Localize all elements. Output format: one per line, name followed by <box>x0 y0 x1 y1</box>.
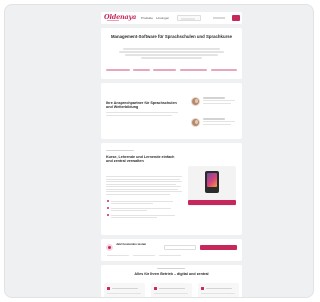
product-title: Kurse, Lehrende und Lernende einfach und… <box>106 155 175 164</box>
category-tab[interactable] <box>153 69 176 71</box>
site-header: Oldenaya Produkte Lösungen <box>101 12 242 24</box>
contact-name <box>203 118 225 120</box>
feature-card-title <box>206 288 232 290</box>
product-text <box>106 193 170 195</box>
hero-text <box>141 57 202 59</box>
bullet-icon <box>107 200 109 202</box>
email-field[interactable] <box>164 245 196 250</box>
features-section: Alles für Ihren Betrieb – digital und ze… <box>101 265 242 297</box>
hero-title: Management-Software für Sprachschulen un… <box>110 34 233 39</box>
features-title: Alles für Ihren Betrieb – digital und ze… <box>134 272 209 276</box>
contact-role <box>203 100 235 102</box>
feature-card[interactable] <box>151 283 192 297</box>
category-tab[interactable] <box>133 69 150 71</box>
hero-text <box>123 48 220 50</box>
feature-point <box>111 217 157 219</box>
search-input[interactable] <box>177 15 201 21</box>
feature-card-title <box>159 288 185 290</box>
feature-icon <box>201 287 204 290</box>
feature-card-text <box>107 293 141 295</box>
banner-note <box>133 255 155 257</box>
hero-section: Management-Software für Sprachschulen un… <box>101 28 242 79</box>
hero-text <box>119 51 224 53</box>
category-tab[interactable] <box>180 69 207 71</box>
section-eyebrow <box>157 268 185 270</box>
contact-text <box>106 112 178 114</box>
feature-point <box>111 200 173 202</box>
product-text <box>106 181 182 183</box>
product-text <box>106 178 180 180</box>
feature-card[interactable] <box>198 283 239 297</box>
product-text <box>106 191 182 193</box>
contact-role <box>203 102 231 104</box>
screenshot-frame: Oldenaya Produkte Lösungen Management-So… <box>4 4 314 298</box>
product-text <box>106 176 182 178</box>
contact-title: Ihre Ansprechpartner für Sprachschulen u… <box>106 101 177 110</box>
contact-avatar <box>191 118 200 127</box>
bullet-icon <box>107 214 109 216</box>
feature-card-text <box>154 293 188 295</box>
hero-text <box>125 54 218 56</box>
feature-icon <box>107 287 110 290</box>
banner-note <box>107 255 129 257</box>
feature-point <box>111 207 171 209</box>
contact-role <box>203 121 235 123</box>
feature-card[interactable] <box>104 283 145 297</box>
contact-role <box>203 123 231 125</box>
product-text <box>106 183 176 185</box>
signup-button[interactable] <box>200 245 237 250</box>
contact-name <box>203 97 225 99</box>
web-page: Oldenaya Produkte Lösungen Management-So… <box>101 5 242 297</box>
contact-section: Ihre Ansprechpartner für Sprachschulen u… <box>101 83 242 139</box>
product-text <box>106 188 178 190</box>
category-tab[interactable] <box>106 69 130 71</box>
product-cta-button[interactable] <box>188 200 236 205</box>
section-eyebrow <box>106 150 134 152</box>
contact-avatar <box>191 97 200 106</box>
feature-point <box>111 210 147 212</box>
category-tabs <box>106 69 237 72</box>
logo-tagline <box>107 20 119 21</box>
nav-item-products[interactable]: Produkte <box>141 17 153 20</box>
feature-icon <box>154 287 157 290</box>
product-section: Kurse, Lehrende und Lernende einfach und… <box>101 143 242 235</box>
feature-card-text <box>201 293 235 295</box>
bullet-icon <box>107 207 109 209</box>
demo-button[interactable] <box>232 15 240 21</box>
banner-note <box>159 255 181 257</box>
feature-point <box>111 203 153 205</box>
contact-text <box>106 114 172 116</box>
category-tab[interactable] <box>211 69 237 71</box>
feature-point <box>111 214 175 216</box>
product-text <box>106 186 181 188</box>
login-link[interactable] <box>213 17 225 19</box>
feature-card-title <box>112 288 138 290</box>
tablet-device <box>205 171 219 193</box>
nav-item-solutions[interactable]: Lösungen <box>156 17 169 20</box>
trial-icon <box>106 244 113 251</box>
signup-title: Jetzt kostenlos testen <box>116 242 147 246</box>
signup-banner: Jetzt kostenlos testen <box>101 239 242 261</box>
